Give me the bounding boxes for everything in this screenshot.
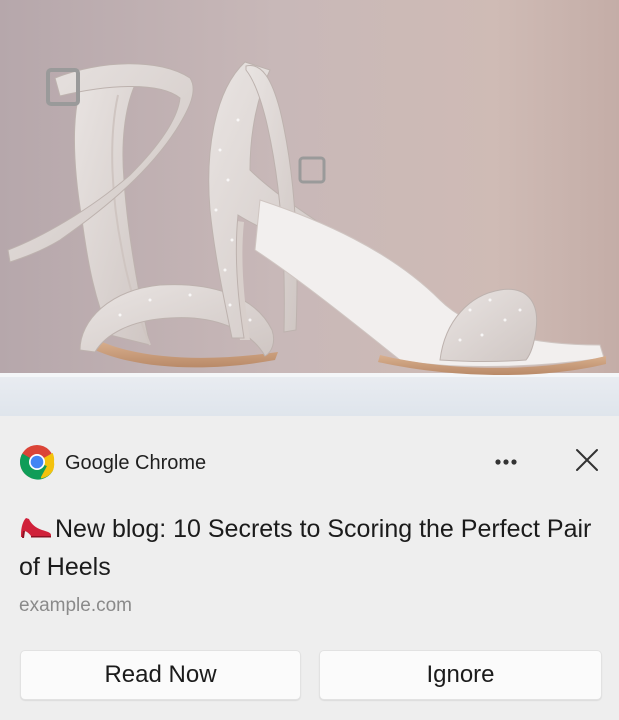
close-button[interactable] [567,444,607,480]
more-options-icon [494,453,518,471]
app-name: Google Chrome [65,452,207,474]
hero-image [0,0,619,416]
chrome-logo-icon [19,444,55,480]
high-heel-shoe-icon [19,512,53,538]
read-now-button[interactable]: Read Now [20,650,301,700]
more-options-button[interactable] [484,444,528,480]
notification-header: Google Chrome [19,444,603,482]
ignore-button[interactable]: Ignore [319,650,602,700]
close-icon [575,448,599,477]
notification-toast[interactable]: Google Chrome New blog: 10 Secrets to Sc… [0,0,619,720]
notification-title: New blog: 10 Secrets to Scoring the Perf… [19,510,599,586]
high-heels-illustration [0,0,619,416]
notification-title-text: New blog: 10 Secrets to Scoring the Perf… [19,515,592,581]
notification-source: example.com [19,595,132,616]
